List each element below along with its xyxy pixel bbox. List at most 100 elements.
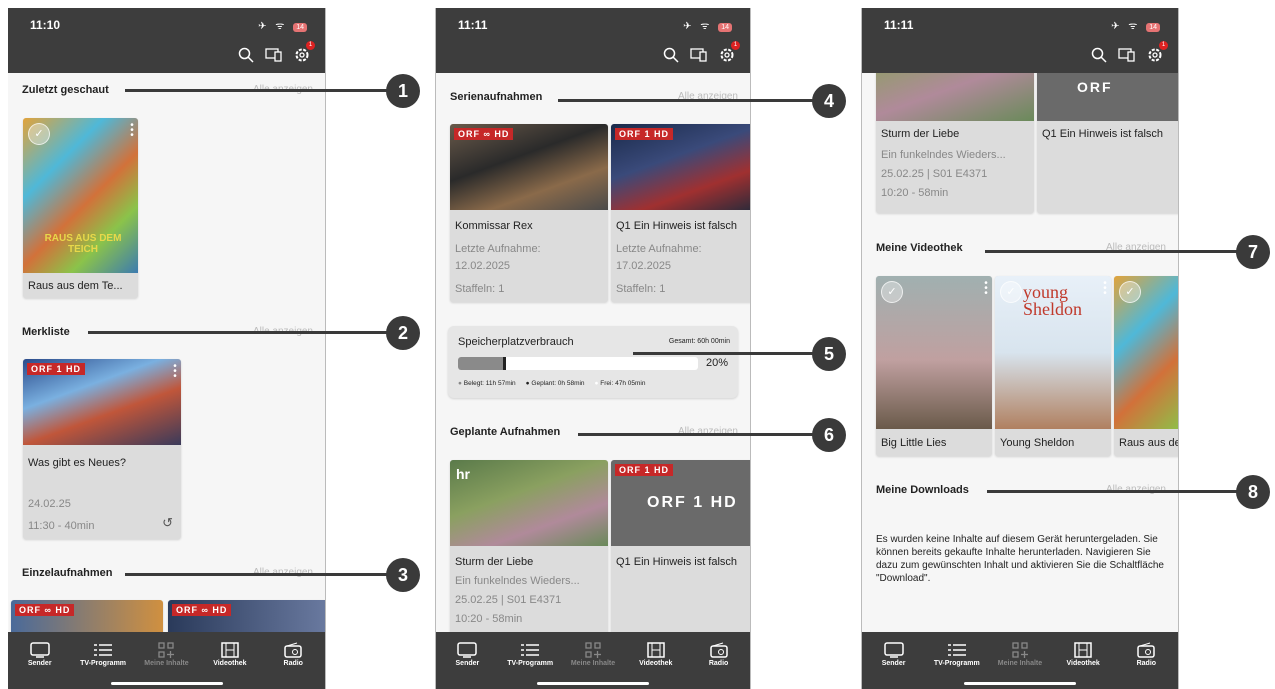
card-sturm-der-liebe[interactable]: hr Sturm der Liebe Ein funkelndes Wieder… — [450, 460, 608, 632]
callout-number-1: 1 — [386, 74, 420, 108]
callout-number-5: 5 — [812, 337, 846, 371]
tv-icon — [883, 640, 904, 660]
card-time: 11:30 - 40min — [28, 520, 95, 532]
nav-radio[interactable]: Radio — [689, 640, 749, 689]
card-date: 12.02.2025 — [455, 260, 511, 272]
card-time: 10:20 - 58min — [455, 613, 523, 625]
home-indicator — [964, 682, 1076, 685]
channel-placeholder-logo: ORF — [1077, 79, 1113, 95]
card-episode: 25.02.25 | S01 E4371 — [881, 168, 988, 180]
content: Sturm der Liebe Ein funkelndes Wieders..… — [862, 73, 1178, 632]
callout-number-7: 7 — [1236, 235, 1270, 269]
card-seasons: Staffeln: 1 — [455, 283, 505, 295]
top-bar: 11:11 ✈ ᯤ 14 1 — [862, 8, 1178, 73]
card-was-gibt-es-neues[interactable]: ORF 1 HD • • • Was gibt es Neues? 24.02.25… — [23, 359, 181, 539]
storage-percent: 20% — [705, 357, 728, 369]
status-time: 11:10 — [30, 18, 61, 32]
more-options-icon[interactable]: • • • — [130, 121, 134, 141]
nav-sender[interactable]: Sender — [437, 640, 497, 689]
callout-number-6: 6 — [812, 418, 846, 452]
screen-3: 11:11 ✈ ᯤ 14 1 Sturm der Liebe Ein funke… — [861, 8, 1179, 689]
einzel-card-2[interactable]: ORF ∞ HD — [168, 600, 325, 632]
thumbnail-image: ORF — [1037, 73, 1178, 121]
radio-icon — [709, 640, 728, 660]
card-episode: 25.02.25 | S01 E4371 — [455, 594, 562, 606]
callout-line-8 — [987, 490, 1240, 493]
search-icon[interactable] — [237, 46, 255, 64]
settings-gear-icon[interactable]: 1 — [1146, 41, 1168, 64]
card-title: Sturm der Liebe — [881, 128, 960, 140]
battery-icon: 14 — [1146, 23, 1160, 32]
list-icon — [521, 640, 540, 660]
channel-logo: ORF 1 HD — [27, 363, 86, 375]
search-icon[interactable] — [1090, 46, 1108, 64]
bottom-nav: Sender TV-Programm Meine Inhalte Videoth… — [436, 632, 750, 689]
card-title: Sturm der Liebe — [455, 556, 534, 568]
bottom-nav: Sender TV-Programm Meine Inhalte Videoth… — [862, 632, 1178, 689]
callout-line-5 — [633, 352, 816, 355]
legend-belegt: ● Belegt: 11h 57min — [458, 380, 516, 387]
notification-badge: 1 — [731, 41, 740, 50]
watched-check-icon: ✓ — [881, 281, 903, 303]
more-options-icon[interactable]: • • • — [984, 279, 988, 299]
card-q1[interactable]: ORF Q1 Ein Hinweis ist falsch — [1037, 73, 1178, 213]
nav-radio[interactable]: Radio — [263, 640, 323, 689]
legend-frei: ● Frei: 47h 05min — [594, 380, 646, 387]
hr-logo: hr — [456, 466, 470, 482]
callout-number-3: 3 — [386, 558, 420, 592]
grid-plus-icon — [1012, 640, 1028, 660]
card-q1-geplant[interactable]: ORF 1 HD ORF 1 HD Q1 Ein Hinweis ist fal… — [611, 460, 750, 632]
channel-logo: ORF ∞ HD — [172, 604, 232, 616]
card-sturm-der-liebe[interactable]: Sturm der Liebe Ein funkelndes Wieders..… — [876, 73, 1034, 213]
list-icon — [94, 640, 113, 660]
status-icons: ✈ ᯤ 14 — [1111, 18, 1160, 32]
more-options-icon[interactable]: • • • — [1103, 279, 1107, 299]
channel-logo: ORF ∞ HD — [15, 604, 75, 616]
notification-badge: 1 — [306, 41, 315, 50]
film-icon — [647, 640, 665, 660]
content: Zuletzt geschautAlle anzeigen RAUS AUS D… — [8, 73, 325, 632]
watched-check-icon: ✓ — [1000, 281, 1022, 303]
nav-sender[interactable]: Sender — [864, 640, 924, 689]
card-raus-aus-dem-teich[interactable]: RAUS AUS DEM TEICH ✓ • • • Raus aus dem Te… — [23, 118, 138, 298]
card-q1[interactable]: ORF 1 HD Q1 Ein Hinweis ist falsch Letzt… — [611, 124, 750, 302]
card-kommissar-rex[interactable]: ORF ∞ HD Kommissar Rex Letzte Aufnahme: … — [450, 124, 608, 302]
nav-radio[interactable]: Radio — [1116, 640, 1176, 689]
storage-title: Speicherplatzverbrauch — [458, 336, 574, 348]
tv-icon — [457, 640, 478, 660]
more-options-icon[interactable]: • • • — [173, 362, 177, 382]
card-seasons: Staffeln: 1 — [616, 283, 666, 295]
card-subtitle: Ein funkelndes Wieders... — [455, 575, 580, 587]
grid-plus-icon — [585, 640, 601, 660]
devices-icon[interactable] — [1118, 46, 1136, 64]
top-bar: 11:10 ✈ ᯤ 14 1 — [8, 8, 325, 73]
watched-check-icon: ✓ — [1119, 281, 1141, 303]
settings-gear-icon[interactable]: 1 — [293, 41, 315, 64]
status-icons: ✈ ᯤ 14 — [683, 18, 732, 32]
battery-icon: 14 — [718, 23, 732, 32]
card-raus-aus-dem-teich[interactable]: ✓ Raus aus de — [1114, 276, 1178, 456]
card-young-sheldon[interactable]: young Sheldon ✓ • • • Young Sheldon — [995, 276, 1111, 456]
home-indicator — [110, 682, 223, 685]
storage-legend: ● Belegt: 11h 57min ● Geplant: 0h 58min … — [458, 380, 645, 387]
restart-icon[interactable]: ↺ — [162, 515, 173, 531]
devices-icon[interactable] — [690, 46, 708, 64]
card-date: 24.02.25 — [28, 498, 71, 510]
search-icon[interactable] — [662, 46, 680, 64]
card-big-little-lies[interactable]: ✓ • • • Big Little Lies — [876, 276, 992, 456]
storage-bar-fill — [458, 357, 506, 370]
devices-icon[interactable] — [265, 46, 283, 64]
settings-gear-icon[interactable]: 1 — [718, 41, 740, 64]
downloads-empty-text: Es wurden keine Inhalte auf diesem Gerät… — [876, 534, 1164, 584]
einzel-card-1[interactable]: ORF ∞ HD — [11, 600, 163, 632]
list-icon — [947, 640, 966, 660]
card-subtitle: Letzte Aufnahme: — [616, 243, 702, 255]
screen-2: 11:11 ✈ ᯤ 14 1 Serienaufnahmen Alle anzei… — [435, 8, 751, 689]
nav-sender[interactable]: Sender — [10, 640, 70, 689]
legend-geplant: ● Geplant: 0h 58min — [525, 380, 585, 387]
thumbnail-image — [876, 73, 1034, 121]
callout-number-8: 8 — [1236, 475, 1270, 509]
watched-check-icon: ✓ — [28, 123, 50, 145]
card-title: Q1 Ein Hinweis ist falsch — [616, 556, 738, 568]
callout-number-4: 4 — [812, 84, 846, 118]
